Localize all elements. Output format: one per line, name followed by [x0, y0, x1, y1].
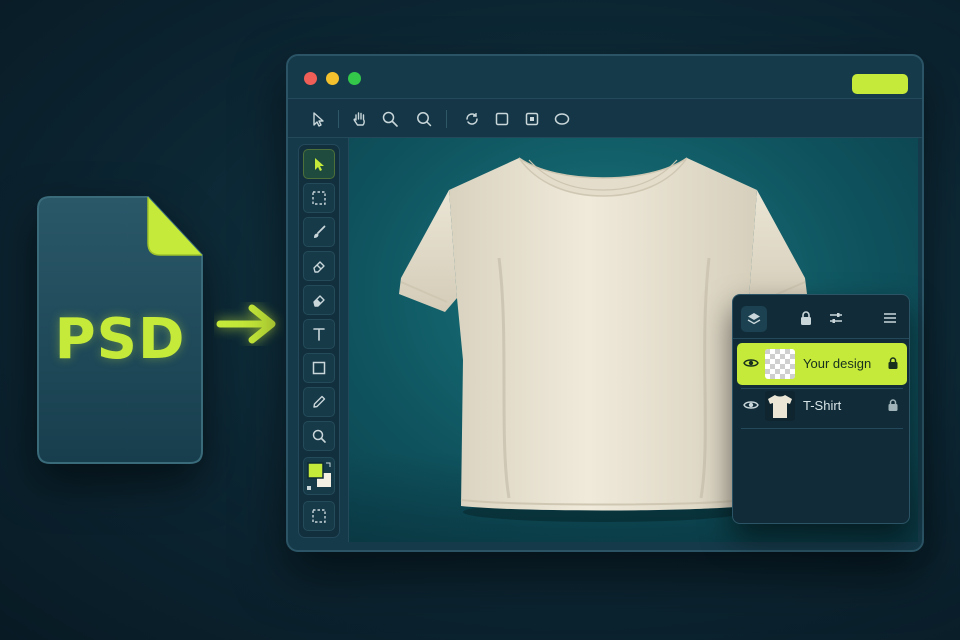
layers-panel-header	[733, 295, 909, 339]
layer-row-your-design[interactable]: Your design	[737, 343, 907, 385]
hand-icon[interactable]	[348, 107, 372, 131]
layer-name: T-Shirt	[803, 398, 842, 413]
export-button[interactable]	[852, 74, 908, 94]
rotate-icon[interactable]	[460, 107, 484, 131]
type-icon	[313, 328, 325, 341]
shape-tool-button[interactable]	[303, 353, 335, 383]
psd-file-label: PSD	[54, 307, 186, 372]
close-window-button[interactable]	[304, 72, 317, 85]
quick-mask-button[interactable]	[303, 501, 335, 531]
brush-tool-button[interactable]	[303, 217, 335, 247]
foreground-color-swatch	[307, 462, 324, 479]
zoom-tool-button[interactable]	[303, 421, 335, 451]
lasso-icon[interactable]	[412, 107, 436, 131]
type-tool-button[interactable]	[303, 319, 335, 349]
ellipse-icon[interactable]	[550, 107, 574, 131]
menu-icon[interactable]	[879, 307, 901, 329]
tool-strip	[298, 144, 340, 538]
layers-panel: Your design T-Shirt	[732, 294, 910, 524]
eraser-tool-button[interactable]	[303, 251, 335, 281]
transparent-layer-thumbnail	[765, 349, 795, 379]
top-toolbar	[288, 98, 922, 138]
marquee-icon	[312, 509, 326, 523]
rectangle-icon	[312, 361, 326, 375]
eyedropper-tool-button[interactable]	[303, 387, 335, 417]
eraser-icon	[313, 295, 325, 307]
adjustments-icon[interactable]	[825, 307, 847, 329]
rectangle-icon[interactable]	[490, 107, 514, 131]
tshirt-layer-thumbnail	[765, 391, 795, 421]
minimize-window-button[interactable]	[326, 72, 339, 85]
layers-icon[interactable]	[741, 306, 767, 332]
lock-icon[interactable]	[795, 307, 817, 329]
eyedropper-icon	[313, 395, 326, 408]
marquee-tool-button[interactable]	[303, 183, 335, 213]
arrow-right-icon	[216, 304, 276, 344]
eraser-tool-2-button[interactable]	[303, 285, 335, 315]
color-swatches[interactable]	[303, 457, 335, 495]
layer-row-t-shirt[interactable]: T-Shirt	[737, 385, 907, 427]
zoom-window-button[interactable]	[348, 72, 361, 85]
brush-icon	[314, 225, 326, 238]
eraser-icon	[313, 261, 325, 273]
artboard-icon[interactable]	[520, 107, 544, 131]
pointer-icon	[315, 158, 324, 171]
lock-icon[interactable]	[887, 356, 899, 370]
move-tool-button[interactable]	[303, 149, 335, 179]
zoom-icon[interactable]	[378, 107, 402, 131]
lock-icon[interactable]	[887, 398, 899, 412]
pointer-icon[interactable]	[306, 107, 330, 131]
title-bar	[288, 56, 922, 98]
eye-icon[interactable]	[743, 356, 759, 370]
eye-icon[interactable]	[743, 398, 759, 412]
zoom-icon	[312, 429, 326, 443]
layer-name: Your design	[803, 356, 872, 371]
marquee-icon	[312, 191, 326, 205]
psd-file-icon: PSD	[36, 195, 204, 465]
